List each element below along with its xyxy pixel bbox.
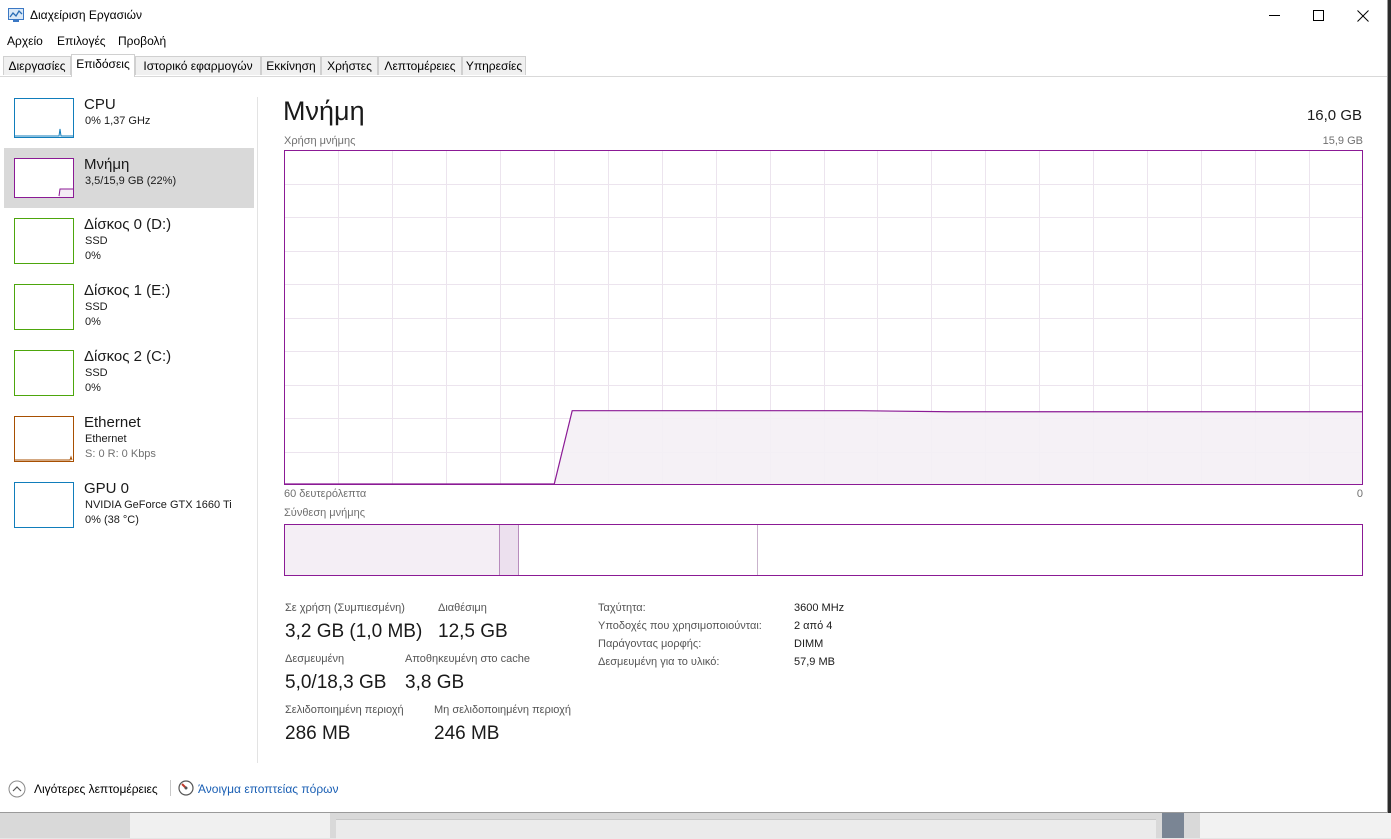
maximize-button[interactable] [1295, 0, 1341, 31]
memory-composition-bar[interactable] [284, 524, 1363, 576]
sidebar-item-throughput: S: 0 R: 0 Kbps [85, 448, 156, 460]
chevron-up-icon[interactable] [8, 780, 26, 803]
sidebar-item-title: Δίσκος 2 (C:) [84, 348, 172, 365]
sidebar-item-detail: 0% 1,37 GHz [85, 115, 151, 127]
form-factor-label: Παράγοντας μορφής: [598, 638, 702, 650]
sidebar-item-usage: 0% (38 °C) [85, 514, 139, 526]
tab-users[interactable]: Χρήστες [321, 56, 378, 75]
tab-performance[interactable]: Επιδόσεις [71, 54, 135, 77]
menu-bar: Αρχείο Επιλογές Προβολή [0, 31, 1387, 52]
network-graph-icon [14, 416, 74, 462]
gpu-graph-icon [14, 482, 74, 528]
disk-graph-icon [14, 284, 74, 330]
composition-free[interactable] [758, 525, 1361, 575]
paged-pool-value: 286 MB [285, 723, 351, 744]
tab-details[interactable]: Λεπτομέρειες [378, 56, 462, 75]
sidebar-item-usage: 0% [85, 250, 101, 262]
composition-modified[interactable] [500, 525, 519, 575]
committed-value: 5,0/18,3 GB [285, 672, 387, 693]
available-value: 12,5 GB [438, 621, 508, 642]
disk-graph-icon [14, 218, 74, 264]
task-manager-icon [8, 8, 24, 22]
sidebar-item-disk-1[interactable]: Δίσκος 1 (E:) SSD 0% [4, 274, 254, 334]
paged-pool-label: Σελιδοποιημένη περιοχή [285, 704, 404, 716]
footer-bar: Λιγότερες λεπτομέρειες Άνοιγμα εποπτείας… [0, 770, 1387, 810]
sidebar-item-disk-2[interactable]: Δίσκος 2 (C:) SSD 0% [4, 340, 254, 400]
composition-label: Σύνθεση μνήμης [284, 507, 366, 519]
memory-usage-chart-svg [284, 150, 1363, 485]
sidebar-item-detail: SSD [85, 301, 108, 313]
cached-label: Αποθηκευμένη στο cache [405, 653, 530, 665]
sidebar-item-memory[interactable]: Μνήμη 3,5/15,9 GB (22%) [4, 148, 254, 208]
sidebar-item-usage: 0% [85, 316, 101, 328]
tab-services[interactable]: Υπηρεσίες [462, 56, 526, 75]
sidebar-item-detail: 3,5/15,9 GB (22%) [85, 175, 177, 187]
in-use-label: Σε χρήση (Συμπιεσμένη) [285, 602, 405, 614]
hardware-reserved-value: 57,9 MB [794, 656, 835, 668]
sidebar-item-disk-0[interactable]: Δίσκος 0 (D:) SSD 0% [4, 208, 254, 268]
sidebar-divider [257, 97, 258, 763]
chart-time-end: 0 [1356, 488, 1363, 500]
memory-usage-chart [284, 150, 1363, 485]
footer-divider [170, 780, 171, 796]
sidebar-item-title: Δίσκος 1 (E:) [84, 282, 171, 299]
memory-graph-icon [14, 158, 74, 198]
menu-view[interactable]: Προβολή [118, 34, 166, 48]
sidebar-item-cpu[interactable]: CPU 0% 1,37 GHz [4, 88, 254, 148]
non-paged-pool-label: Μη σελιδοποιημένη περιοχή [434, 704, 571, 716]
chart-time-start: 60 δευτερόλεπτα [284, 488, 367, 500]
form-factor-value: DIMM [794, 638, 824, 650]
performance-sidebar: CPU 0% 1,37 GHz Μνήμη 3,5/15,9 GB (22%) … [0, 77, 258, 763]
usage-chart-label: Χρήση μνήμης [284, 135, 356, 147]
menu-file[interactable]: Αρχείο [7, 34, 43, 48]
tab-startup[interactable]: Εκκίνηση [261, 56, 321, 75]
tab-processes[interactable]: Διεργασίες [3, 56, 71, 75]
slots-value: 2 από 4 [794, 620, 833, 632]
background-window [0, 813, 1391, 839]
minimize-icon [1268, 15, 1280, 16]
close-button[interactable] [1340, 0, 1386, 31]
sidebar-item-detail: NVIDIA GeForce GTX 1660 Ti [85, 499, 232, 511]
composition-in-use[interactable] [285, 525, 500, 575]
sidebar-item-gpu-0[interactable]: GPU 0 NVIDIA GeForce GTX 1660 Ti 0% (38 … [4, 472, 254, 532]
speed-value: 3600 MHz [794, 602, 845, 614]
sidebar-item-title: Δίσκος 0 (D:) [84, 216, 172, 233]
committed-label: Δεσμευμένη [285, 653, 345, 665]
sidebar-item-ethernet[interactable]: Ethernet Ethernet S: 0 R: 0 Kbps [4, 406, 254, 466]
sidebar-item-usage: 0% [85, 382, 101, 394]
hardware-reserved-label: Δεσμευμένη για το υλικό: [598, 656, 720, 668]
window-title: Διαχείριση Εργασιών [30, 8, 143, 22]
slots-label: Υποδοχές που χρησιμοποιούνται: [598, 620, 762, 632]
speed-label: Ταχύτητα: [598, 602, 646, 614]
sidebar-item-detail: Ethernet [85, 433, 127, 445]
total-memory: 16,0 GB [1306, 107, 1362, 124]
sidebar-item-detail: SSD [85, 367, 108, 379]
task-manager-window: Διαχείριση Εργασιών Αρχείο Επιλογές Προβ… [0, 0, 1388, 813]
open-resource-monitor-link[interactable]: Άνοιγμα εποπτείας πόρων [198, 782, 339, 796]
sidebar-item-title: GPU 0 [84, 480, 130, 497]
in-use-value: 3,2 GB (1,0 MB) [285, 621, 423, 642]
sidebar-item-detail: SSD [85, 235, 108, 247]
sidebar-item-title: Ethernet [84, 414, 141, 431]
minimize-button[interactable] [1251, 0, 1297, 31]
sidebar-item-title: CPU [84, 96, 116, 113]
page-title: Μνήμη [283, 96, 365, 126]
sidebar-item-title: Μνήμη [84, 156, 130, 173]
resource-monitor-icon[interactable] [178, 780, 194, 801]
close-icon [1357, 9, 1369, 22]
disk-graph-icon [14, 350, 74, 396]
available-label: Διαθέσιμη [438, 602, 487, 614]
tab-app-history[interactable]: Ιστορικό εφαρμογών [135, 56, 261, 75]
maximize-icon [1312, 10, 1324, 21]
usage-chart-max: 15,9 GB [1322, 135, 1363, 147]
title-bar[interactable]: Διαχείριση Εργασιών [0, 0, 1387, 31]
tab-strip: Διεργασίες Επιδόσεις Ιστορικό εφαρμογών … [0, 54, 1387, 77]
composition-standby[interactable] [519, 525, 758, 575]
non-paged-pool-value: 246 MB [434, 723, 500, 744]
fewer-details-button[interactable]: Λιγότερες λεπτομέρειες [34, 782, 158, 796]
cpu-graph-icon [14, 98, 74, 138]
cached-value: 3,8 GB [405, 672, 465, 693]
menu-options[interactable]: Επιλογές [57, 34, 106, 48]
